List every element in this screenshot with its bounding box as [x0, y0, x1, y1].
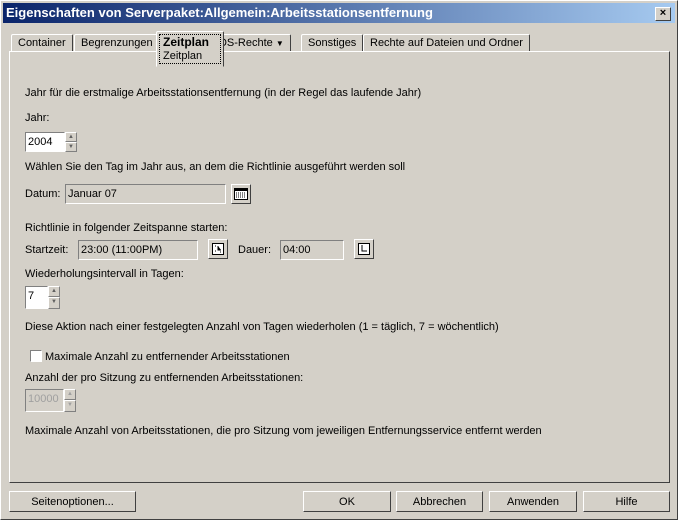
per-session-input[interactable]: 10000: [25, 389, 64, 412]
day-heading: Wählen Sie den Tag im Jahr aus, an dem d…: [25, 161, 406, 173]
tab-panel: [9, 51, 670, 483]
interval-input[interactable]: 7: [25, 286, 48, 309]
start-time-field[interactable]: 23:00 (11:00PM): [78, 240, 198, 260]
help-button[interactable]: Hilfe: [583, 491, 670, 512]
start-time-button[interactable]: [208, 239, 228, 259]
max-workstations-label: Maximale Anzahl zu entfernender Arbeitss…: [45, 351, 290, 363]
interval-label: Wiederholungsintervall in Tagen:: [25, 268, 184, 280]
tab-container[interactable]: Container: [11, 34, 73, 52]
cancel-button[interactable]: Abbrechen: [396, 491, 483, 512]
tab-sonstiges[interactable]: Sonstiges: [301, 34, 364, 52]
per-session-help: Maximale Anzahl von Arbeitsstationen, di…: [25, 425, 542, 437]
interval-spin-up[interactable]: ▲: [48, 286, 60, 297]
year-spin-up[interactable]: ▲: [65, 132, 77, 142]
window-title: Eigenschaften von Serverpaket:Allgemein:…: [6, 5, 433, 20]
year-heading: Jahr für die erstmalige Arbeitsstationse…: [25, 87, 422, 99]
clock-icon: [212, 243, 224, 255]
tab-sublabel: Zeitplan: [163, 50, 203, 62]
ok-button[interactable]: OK: [303, 491, 391, 512]
date-field[interactable]: Januar 07: [65, 184, 226, 204]
tab-rechte-dateien[interactable]: Rechte auf Dateien und Ordner: [363, 34, 530, 52]
calendar-button[interactable]: [231, 184, 251, 204]
tab-zeitplan[interactable]: Zeitplan Zeitplan: [156, 31, 224, 67]
start-label: Startzeit:: [25, 244, 69, 256]
title-bar: Eigenschaften von Serverpaket:Allgemein:…: [3, 3, 675, 23]
duration-icon: [358, 243, 370, 255]
timespan-heading: Richtlinie in folgender Zeitspanne start…: [25, 222, 228, 234]
calendar-icon: [234, 188, 248, 200]
per-session-label: Anzahl der pro Sitzung zu entfernenden A…: [25, 372, 304, 384]
tab-label: Zeitplan: [163, 35, 210, 49]
year-label: Jahr:: [25, 112, 50, 124]
year-input[interactable]: 2004: [25, 132, 65, 152]
tab-begrenzungen[interactable]: Begrenzungen: [74, 34, 160, 52]
close-button[interactable]: ×: [655, 7, 671, 21]
properties-window: Eigenschaften von Serverpaket:Allgemein:…: [0, 0, 678, 520]
page-options-button[interactable]: Seitenoptionen...: [9, 491, 136, 512]
duration-button[interactable]: [354, 239, 374, 259]
duration-label: Dauer:: [238, 244, 272, 256]
chevron-down-icon: ▼: [275, 39, 284, 48]
duration-field[interactable]: 04:00: [280, 240, 344, 260]
apply-button[interactable]: Anwenden: [489, 491, 577, 512]
interval-spin-down[interactable]: ▼: [48, 297, 60, 309]
year-spin-down[interactable]: ▼: [65, 142, 77, 152]
date-label: Datum:: [25, 188, 61, 200]
max-workstations-checkbox[interactable]: [30, 350, 42, 362]
interval-help: Diese Aktion nach einer festgelegten Anz…: [25, 321, 499, 333]
per-session-spin-down[interactable]: ▼: [64, 400, 76, 412]
per-session-spin-up[interactable]: ▲: [64, 389, 76, 400]
